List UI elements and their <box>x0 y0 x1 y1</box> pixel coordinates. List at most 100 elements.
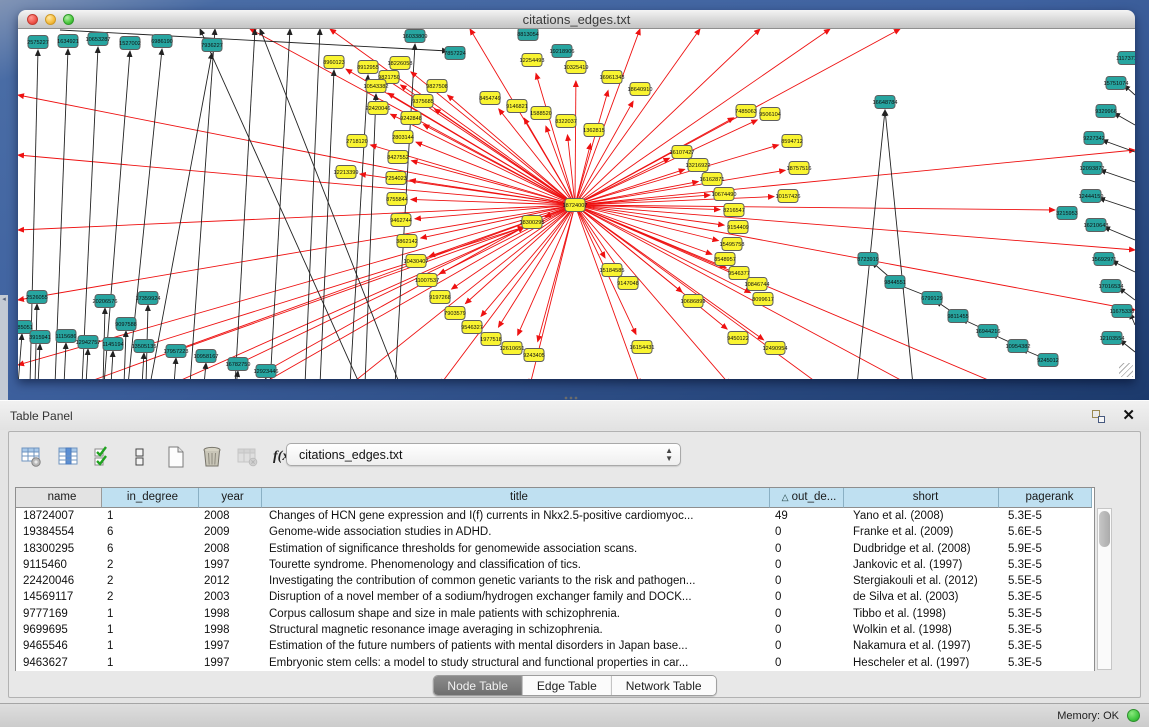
column-header-outde[interactable]: △out_de... <box>770 488 844 508</box>
select-columns-icon[interactable] <box>91 445 116 470</box>
graph-edge[interactable] <box>18 95 575 205</box>
table-cell: 1 <box>102 508 199 524</box>
column-header-short[interactable]: short <box>844 488 999 508</box>
table-cell: 9465546 <box>16 638 102 654</box>
graph-edge[interactable] <box>64 343 66 379</box>
table-row[interactable]: 1830029562008Estimation of significance … <box>16 541 1094 557</box>
graph-edge[interactable] <box>320 70 334 379</box>
table-row[interactable]: 911546021997Tourette syndrome. Phenomeno… <box>16 557 1094 573</box>
graph-edge[interactable] <box>575 205 730 379</box>
network-canvas[interactable]: 1872400789601238912955182260589821750105… <box>18 29 1135 379</box>
table-cell: Hescheler et al. (1997) <box>844 655 999 671</box>
graph-node-label: 8216547 <box>723 208 745 214</box>
graph-edge[interactable] <box>575 29 700 205</box>
graph-edge[interactable] <box>412 161 575 205</box>
graph-edge[interactable] <box>575 81 576 205</box>
graph-edge[interactable] <box>190 29 215 379</box>
table-row[interactable]: 1938455462009Genome-wide association stu… <box>16 524 1094 540</box>
scrollbar-thumb[interactable] <box>1099 511 1110 547</box>
table-row[interactable]: 946554611997Estimation of the future num… <box>16 638 1094 654</box>
network-window-titlebar[interactable]: citations_edges.txt <box>18 10 1135 29</box>
graph-edge[interactable] <box>18 205 575 230</box>
graph-edge[interactable] <box>575 205 1135 310</box>
graph-node-label: 12942757 <box>76 340 101 346</box>
float-panel-icon[interactable] <box>1092 410 1105 423</box>
table-mode-icon[interactable] <box>19 445 44 470</box>
table-row[interactable]: 1456911722003Disruption of a novel membe… <box>16 589 1094 605</box>
split-pane-handle[interactable] <box>563 395 579 402</box>
graph-edge[interactable] <box>236 371 238 379</box>
graph-node-label: 1362815 <box>583 128 605 134</box>
graph-edge[interactable] <box>18 155 575 205</box>
graph-edge[interactable] <box>1099 198 1135 210</box>
citation-network-graph[interactable]: 1872400789601238912955182260589821750105… <box>18 29 1135 379</box>
graph-edge[interactable] <box>423 125 575 205</box>
status-bar: Memory: OK <box>0 703 1149 727</box>
graph-edge[interactable] <box>111 351 113 379</box>
graph-node-label: 9462744 <box>390 218 412 224</box>
column-header-year[interactable]: year <box>199 488 262 508</box>
table-row[interactable]: 969969511998Structural magnetic resonanc… <box>16 622 1094 638</box>
table-scrollbar[interactable] <box>1097 508 1112 670</box>
table-cell: Wolkin et al. (1998) <box>844 622 999 638</box>
create-column-icon[interactable] <box>163 445 188 470</box>
graph-node-label: 3862142 <box>396 239 418 245</box>
graph-edge[interactable] <box>18 334 22 379</box>
graph-edge[interactable] <box>1100 170 1135 182</box>
control-panel-collapse-arrow[interactable]: ◂ <box>0 295 8 400</box>
graph-edge[interactable] <box>204 363 206 379</box>
graph-edge[interactable] <box>305 29 320 379</box>
graph-edge[interactable] <box>1104 227 1135 240</box>
tab-network-table[interactable]: Network Table <box>612 676 716 695</box>
graph-edge[interactable] <box>174 358 176 379</box>
show-columns-icon[interactable] <box>55 445 80 470</box>
table-row[interactable]: 1872400712008Changes of HCN gene express… <box>16 508 1094 524</box>
delete-column-icon[interactable] <box>199 445 224 470</box>
graph-edge[interactable] <box>575 90 608 205</box>
graph-edge[interactable] <box>885 110 913 379</box>
graph-edge[interactable] <box>150 53 212 379</box>
graph-edge[interactable] <box>857 110 885 379</box>
graph-edge[interactable] <box>264 378 266 379</box>
graph-edge[interactable] <box>82 47 98 379</box>
graph-node-label: 1527002 <box>119 41 141 47</box>
table-cell: Corpus callosum shape and size in male p… <box>262 606 770 622</box>
table-selector-dropdown[interactable]: citations_edges.txt ▲▼ <box>286 443 681 466</box>
graph-node-label: 8454749 <box>479 96 501 102</box>
column-header-pagerank[interactable]: pagerank <box>999 488 1092 508</box>
column-header-name[interactable]: name <box>16 488 102 508</box>
graph-node-label: 12490954 <box>763 346 788 352</box>
graph-node-label: 17016534 <box>1099 284 1124 290</box>
graph-node-label: 8755844 <box>386 197 408 203</box>
memory-status-indicator[interactable] <box>1127 709 1140 722</box>
graph-edge[interactable] <box>575 205 1135 250</box>
table-cell: 0 <box>770 589 844 605</box>
window-resize-grip[interactable] <box>1119 363 1133 377</box>
graph-edge[interactable] <box>142 353 144 379</box>
graph-edge[interactable] <box>350 75 368 379</box>
table-cell: 2 <box>102 589 199 605</box>
graph-edge[interactable] <box>1102 140 1135 152</box>
close-panel-icon[interactable]: ✕ <box>1122 406 1135 424</box>
table-row[interactable]: 977716911998Corpus callosum shape and si… <box>16 606 1094 622</box>
graph-edge[interactable] <box>575 29 640 205</box>
graph-edge[interactable] <box>435 109 575 205</box>
graph-edge[interactable] <box>575 205 712 254</box>
table-row[interactable]: 2242004622012Investigating the contribut… <box>16 573 1094 589</box>
graph-edge[interactable] <box>270 29 290 379</box>
tab-edge-table[interactable]: Edge Table <box>523 676 612 695</box>
graph-edge[interactable] <box>395 44 415 379</box>
graph-node-label: 18724007 <box>563 203 588 209</box>
tab-node-table[interactable]: Node Table <box>433 676 523 695</box>
column-header-indegree[interactable]: in_degree <box>102 488 199 508</box>
graph-edge[interactable] <box>38 344 40 379</box>
attribute-table: namein_degreeyeartitle△out_de...shortpag… <box>15 487 1114 671</box>
row-height-icon[interactable] <box>127 445 152 470</box>
graph-edge[interactable] <box>86 349 88 379</box>
table-cell: 0 <box>770 557 844 573</box>
graph-edge[interactable] <box>124 331 126 379</box>
column-header-title[interactable]: title <box>262 488 770 508</box>
table-row[interactable]: 946362711997Embryonic stem cells: a mode… <box>16 655 1094 671</box>
graph-edge[interactable] <box>1114 113 1135 125</box>
graph-node-label: 7857224 <box>444 51 466 57</box>
